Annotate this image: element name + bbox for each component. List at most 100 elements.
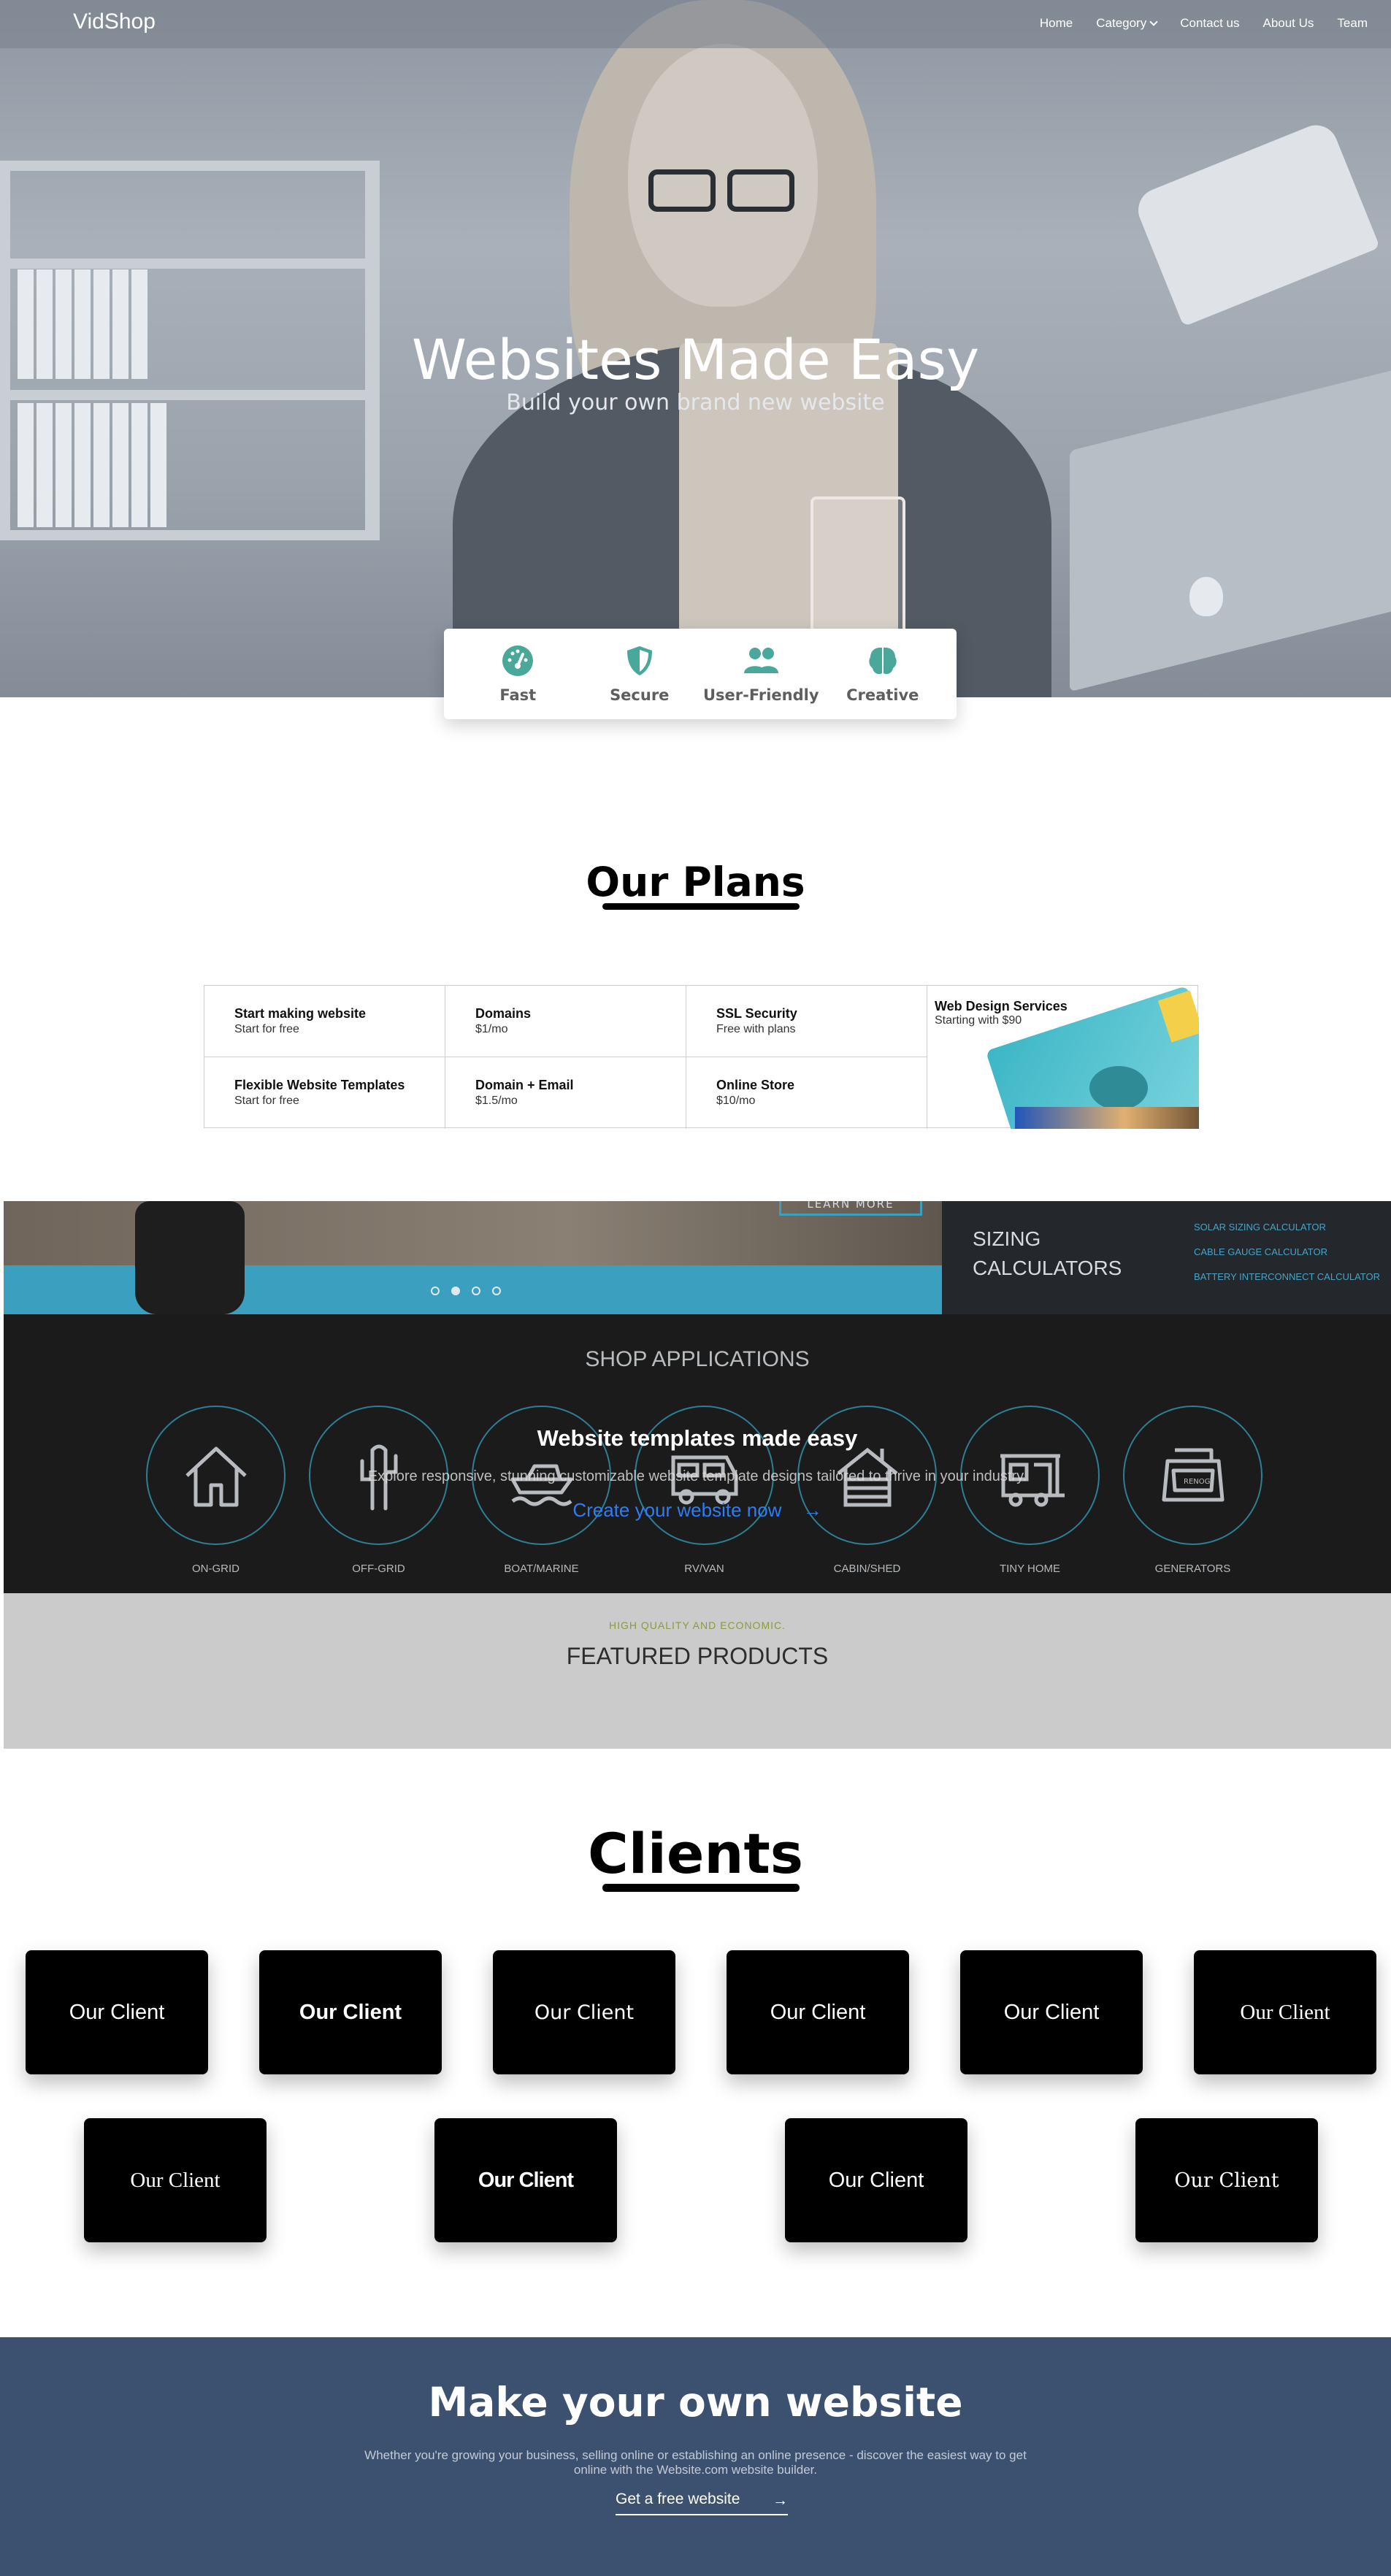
plan-name: Web Design Services [935,999,1068,1013]
plan-name: SSL Security [716,1006,797,1021]
carousel-dot[interactable] [472,1287,480,1295]
app-label: CABIN/SHED [833,1563,901,1575]
plans-title: Our Plans [586,859,805,905]
brain-icon [869,647,897,675]
sizing-calculators-panel: SIZING CALCULATORS SOLAR SIZING CALCULAT… [942,1201,1391,1314]
battery-interconnect-link[interactable]: BATTERY INTERCONNECT CALCULATOR [1194,1271,1380,1282]
hero-title: Websites Made Easy [411,327,980,392]
plan-item[interactable]: Flexible Website Templates Start for fre… [204,1057,445,1129]
overlay-description: Explore responsive, stunning customizabl… [367,1468,1027,1484]
nav-links: Home Category Contact us About Us Team [1040,16,1368,31]
client-logo[interactable]: Our Client [259,1950,442,2074]
feature-label: Secure [610,686,670,704]
plan-item[interactable]: Start making website Start for free [204,986,445,1057]
client-logo[interactable]: Our Client [434,2118,617,2242]
nav-contact[interactable]: Contact us [1180,16,1239,31]
client-logo[interactable]: Our Client [1135,2118,1318,2242]
feature-creative: Creative [824,644,941,704]
client-logo[interactable]: Our Client [727,1950,909,2074]
feature-label: Creative [846,686,919,704]
nav-team[interactable]: Team [1337,16,1368,31]
plan-name: Flexible Website Templates [234,1078,405,1092]
carousel-dot[interactable] [431,1287,440,1295]
arrow-right-icon: → [773,2492,788,2509]
solar-sizing-link[interactable]: SOLAR SIZING CALCULATOR [1194,1222,1380,1233]
cable-gauge-link[interactable]: CABLE GAUGE CALCULATOR [1194,1246,1380,1257]
features-card: Fast Secure User-Friendly Creative [444,629,957,719]
featured-kicker: HIGH QUALITY AND ECONOMIC. [609,1619,786,1631]
template-preview-screenshot: LEARN MORE SIZING CALCULATORS SOLAR SIZI… [4,1201,1391,1749]
laptop-image [1070,367,1391,692]
client-logo[interactable]: Our Client [26,1950,208,2074]
plan-promo-web-design[interactable]: Web Design Services Starting with $90 [927,986,1199,1129]
clients-title: Clients [587,1821,804,1886]
app-label: BOAT/MARINE [504,1563,579,1575]
plan-item[interactable]: Domains $1/mo [445,986,686,1057]
nav-category-label: Category [1096,16,1147,30]
plan-price: $10/mo [716,1095,756,1107]
get-free-website-label: Get a free website [616,2491,740,2507]
cta-section: Make your own website Whether you're gro… [0,2337,1391,2576]
client-logo[interactable]: Our Client [493,1950,675,2074]
carousel-dot[interactable] [492,1287,501,1295]
shop-applications-title: SHOP APPLICATIONS [585,1347,810,1371]
featured-title: FEATURED PRODUCTS [566,1643,829,1669]
cta-description: Whether you're growing your business, se… [364,2448,1027,2477]
users-icon [744,648,779,673]
plan-price: Start for free [234,1095,299,1107]
feature-user-friendly: User-Friendly [702,644,819,704]
clients-title-underline [602,1884,800,1892]
app-label: ON-GRID [192,1563,240,1575]
hero-section: Websites Made Easy Build your own brand … [0,0,1391,697]
plans-grid: Start making website Start for free Doma… [204,985,1199,1129]
featured-products-section: HIGH QUALITY AND ECONOMIC. FEATURED PROD… [4,1593,1391,1749]
client-logo[interactable]: Our Client [785,2118,967,2242]
sizing-links: SOLAR SIZING CALCULATOR CABLE GAUGE CALC… [1194,1222,1380,1296]
climber-image [135,1201,245,1314]
app-label: OFF-GRID [352,1563,405,1575]
carousel-dots [431,1287,501,1295]
carousel-dot[interactable] [451,1287,460,1295]
plan-item[interactable]: SSL Security Free with plans [686,986,927,1057]
plan-name: Start making website [234,1006,367,1021]
apple-logo-image [1189,577,1223,616]
app-label: TINY HOME [999,1563,1061,1575]
shield-icon [626,646,652,675]
sizing-title: SIZING CALCULATORS [973,1227,1122,1279]
plan-price: $1/mo [475,1023,508,1035]
client-logo[interactable]: Our Client [1194,1950,1376,2074]
nav-category[interactable]: Category [1096,16,1158,31]
overlay-title: Website templates made easy [537,1425,858,1451]
store-banner: LEARN MORE [4,1201,942,1314]
plan-name: Domain + Email [475,1078,574,1092]
plan-price: Free with plans [716,1023,796,1035]
lamp-image [1131,118,1381,327]
hero-subtitle: Build your own brand new website [506,390,885,415]
app-label: GENERATORS [1154,1563,1231,1575]
speedometer-icon [502,645,534,676]
client-logo[interactable]: Our Client [84,2118,267,2242]
plan-item[interactable]: Domain + Email $1.5/mo [445,1057,686,1129]
chevron-down-icon [1149,18,1158,26]
create-website-label: Create your website now [572,1499,782,1521]
plan-item[interactable]: Online Store $10/mo [686,1057,927,1129]
plan-price: Starting with $90 [935,1014,1022,1027]
get-free-website-button[interactable]: Get a free website → [616,2491,788,2515]
learn-more-button[interactable]: LEARN MORE [779,1201,922,1216]
nav-about[interactable]: About Us [1262,16,1314,31]
feature-label: User-Friendly [702,686,819,704]
plans-title-underline [602,903,800,910]
client-logo[interactable]: Our Client [960,1950,1143,2074]
feature-fast: Fast [459,644,576,704]
nav-home[interactable]: Home [1040,16,1073,31]
app-label: RV/VAN [684,1563,724,1575]
create-website-link[interactable]: Create your website now → [4,1499,1391,1522]
plan-name: Online Store [716,1078,795,1092]
brand-logo[interactable]: VidShop [73,9,156,34]
top-navbar: VidShop Home Category Contact us About U… [0,0,1391,48]
arrow-right-icon: → [802,1499,822,1521]
plan-price: Start for free [234,1023,299,1035]
feature-label: Fast [499,686,537,704]
cta-title: Make your own website [428,2379,963,2426]
plan-price: $1.5/mo [475,1095,518,1107]
